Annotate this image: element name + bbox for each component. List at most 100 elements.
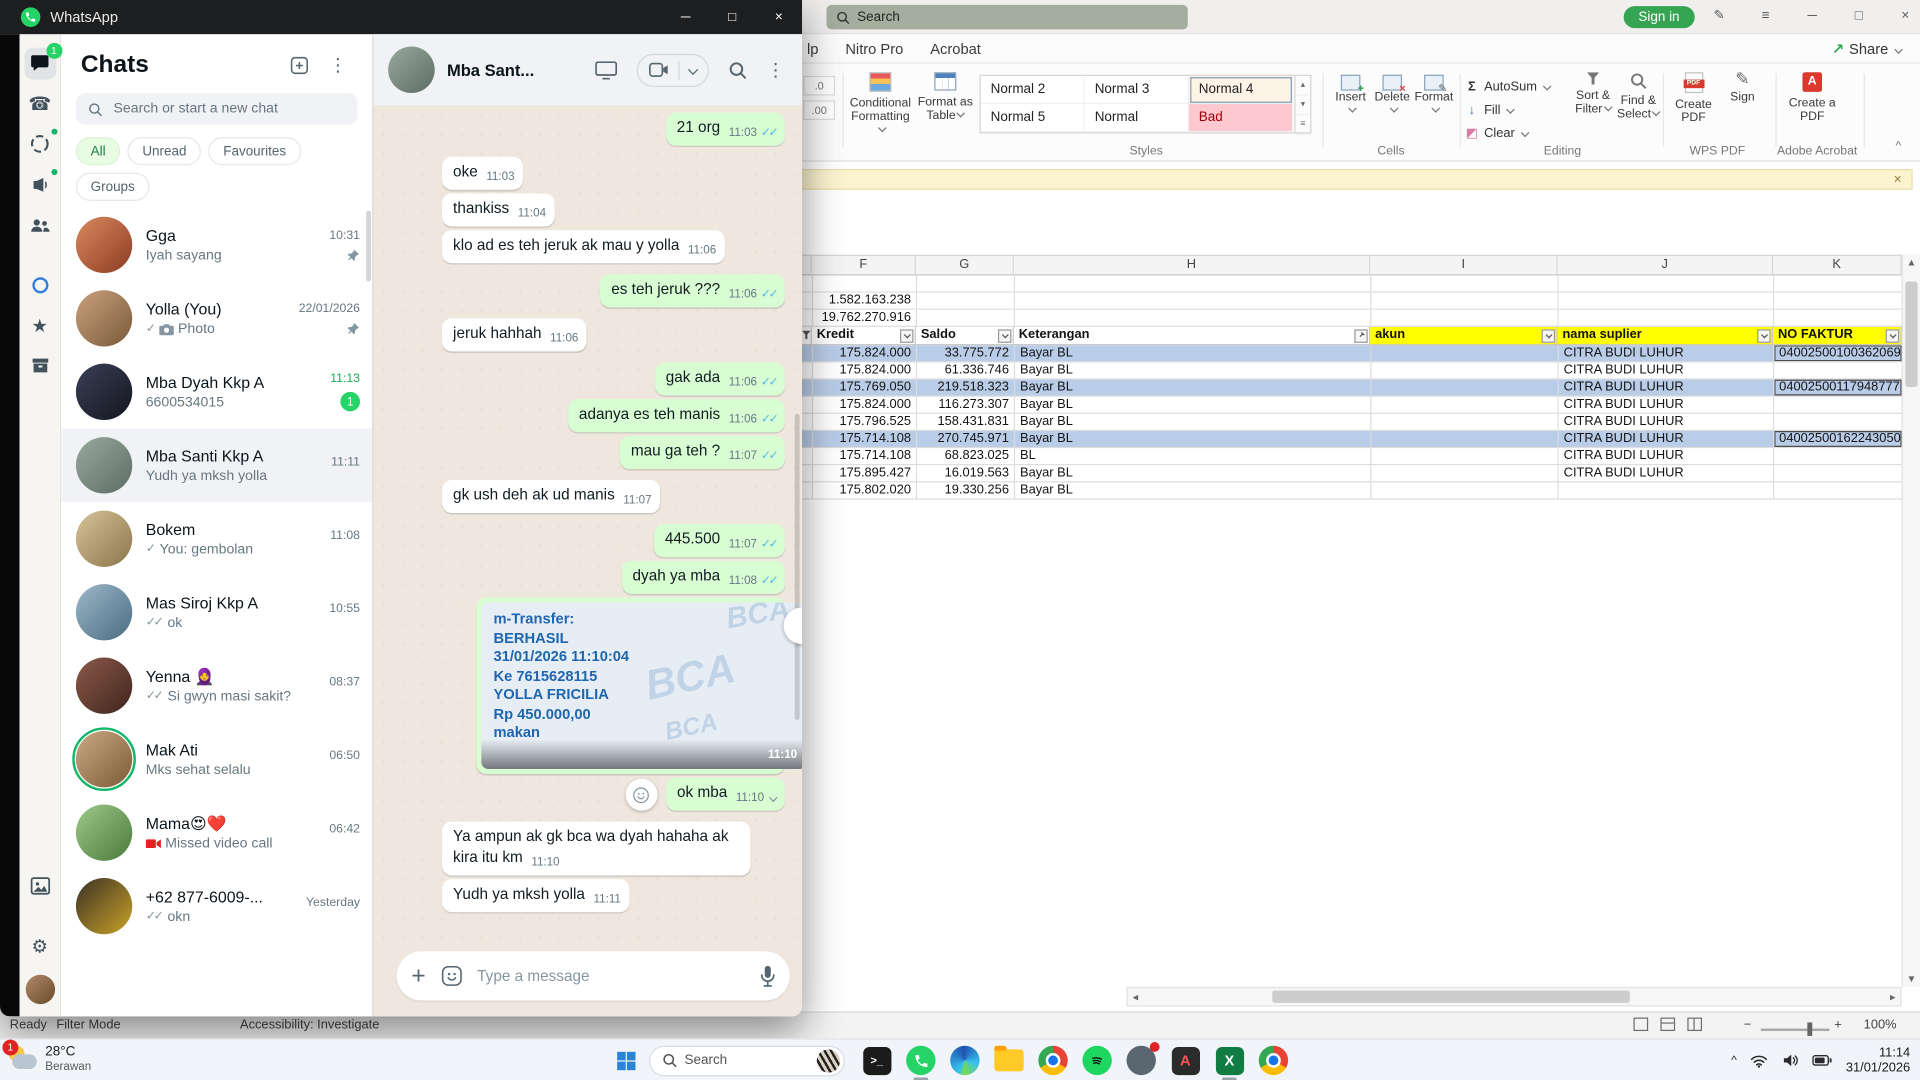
cell[interactable] <box>1371 482 1559 500</box>
filter-unread[interactable]: Unread <box>127 137 202 166</box>
chat-list-item[interactable]: Mama😍❤️ Missed video call 06:42 <box>61 796 372 869</box>
style-gallery-item[interactable]: Normal 5 <box>980 104 1085 133</box>
conditional-formatting-button[interactable]: Conditional Formatting <box>847 72 913 137</box>
zoom-in-button[interactable]: + <box>1834 1018 1842 1033</box>
cell[interactable] <box>813 275 918 293</box>
message-bubble[interactable]: 21 org 11:03 ✓✓ <box>665 112 785 146</box>
cell[interactable] <box>917 275 1016 293</box>
taskbar-search[interactable]: Search <box>648 1045 845 1076</box>
zoom-slider[interactable] <box>1760 1028 1830 1032</box>
scroll-right-arrow[interactable]: ▸ <box>1890 988 1896 1005</box>
scroll-down-arrow[interactable]: ▼ <box>1903 973 1920 984</box>
message-bubble[interactable]: oke 11:03 <box>442 156 524 190</box>
column-header-K[interactable]: K <box>1773 254 1902 276</box>
ribbon-tab-nitro-pro[interactable]: Nitro Pro <box>832 34 917 63</box>
column-header-I[interactable]: I <box>1370 254 1558 276</box>
message-bubble[interactable]: gk ush deh ak ud manis 11:07 <box>442 480 661 514</box>
gallery-more-button[interactable]: ≡ <box>1295 115 1311 135</box>
style-gallery-item[interactable]: Bad <box>1188 104 1294 133</box>
message-bubble[interactable]: Yudh ya mksh yolla 11:11 <box>442 879 630 913</box>
close-button[interactable]: × <box>756 0 803 34</box>
chat-list-item[interactable]: Mba Santi Kkp A Yudh ya mksh yolla 11:11 <box>61 428 373 503</box>
search-highlight-image[interactable] <box>816 1048 841 1073</box>
cell[interactable]: CITRA BUDI LUHUR <box>1558 431 1775 449</box>
cell[interactable]: 175.769.050 <box>813 379 918 397</box>
conversation-search-icon[interactable] <box>729 61 747 79</box>
maximize-window-button[interactable]: □ <box>1847 6 1871 27</box>
style-gallery-item[interactable]: Normal 3 <box>1084 75 1189 105</box>
column-header-sliver[interactable] <box>802 254 812 276</box>
cell[interactable] <box>1371 448 1559 466</box>
gray-app-icon[interactable] <box>1125 1042 1160 1076</box>
cell[interactable]: 19.762.270.916 <box>813 309 918 327</box>
archived-chats-icon[interactable] <box>24 350 56 382</box>
spreadsheet-search-box[interactable]: Search <box>826 4 1188 30</box>
battery-icon[interactable] <box>1812 1054 1833 1066</box>
share-button[interactable]: ↗ Share <box>1832 34 1904 63</box>
message-bubble[interactable]: dyah ya mba 11:08 ✓✓ <box>621 560 785 594</box>
cell[interactable]: 270.745.971 <box>917 431 1016 449</box>
chat-list-item[interactable]: +62 877-6009-... ✓✓ okn Yesterday <box>61 869 372 942</box>
cell[interactable]: 116.273.307 <box>917 396 1016 414</box>
communities-nav-icon[interactable] <box>24 209 56 241</box>
cell[interactable] <box>1774 448 1903 466</box>
filter-header-nama-suplier[interactable]: nama suplier <box>1557 326 1774 346</box>
cell[interactable]: CITRA BUDI LUHUR <box>1558 396 1775 414</box>
gallery-up-button[interactable]: ▴ <box>1295 76 1311 96</box>
message-bubble[interactable]: mau ga teh ? 11:07 ✓✓ <box>619 435 785 469</box>
calls-nav-icon[interactable]: ☎ <box>24 88 56 120</box>
layout-options-icon[interactable]: ≡ <box>1753 6 1777 27</box>
fill-button[interactable]: ↓ Fill <box>1464 98 1564 121</box>
chats-nav-icon[interactable]: 1 <box>23 42 62 79</box>
cell[interactable] <box>802 396 814 414</box>
cell[interactable]: CITRA BUDI LUHUR <box>1558 362 1775 380</box>
filter-header-kredit[interactable]: Kredit <box>811 326 916 346</box>
cell[interactable]: CITRA BUDI LUHUR <box>1558 465 1775 483</box>
menu-kebab-icon[interactable]: ⋮ <box>323 50 352 79</box>
message-bubble[interactable]: 445.500 11:07 ✓✓ <box>653 524 785 558</box>
filter-groups[interactable]: Groups <box>75 172 150 201</box>
filter-all[interactable]: All <box>75 137 121 166</box>
cell[interactable] <box>1558 309 1775 327</box>
ribbon-tab-acrobat[interactable]: Acrobat <box>917 34 995 63</box>
cell[interactable]: Bayar BL <box>1015 345 1372 363</box>
zoom-out-button[interactable]: − <box>1744 1018 1752 1033</box>
cell[interactable] <box>802 413 814 432</box>
cell[interactable]: 04002500162243050 <box>1774 431 1903 449</box>
cell[interactable] <box>1015 292 1372 310</box>
clipped-button[interactable]: .0 <box>803 75 836 96</box>
chat-list-item[interactable]: Mas Siroj Kkp A ✓✓ ok 10:55 <box>61 576 372 649</box>
call-options-chevron[interactable] <box>687 64 699 75</box>
cell[interactable] <box>1371 379 1559 397</box>
chat-list-item[interactable]: Bokem ✓ You: gembolan 11:08 <box>61 502 372 575</box>
cell[interactable]: Bayar BL <box>1015 362 1372 380</box>
filter-dropdown-button[interactable] <box>1757 329 1771 343</box>
whatsapp-app-icon[interactable] <box>905 1044 937 1080</box>
cell[interactable] <box>802 465 814 483</box>
clock[interactable]: 11:14 31/01/2026 <box>1846 1046 1910 1075</box>
cell[interactable] <box>1774 396 1903 414</box>
cell[interactable] <box>802 379 814 397</box>
horizontal-scroll-thumb[interactable] <box>1272 990 1630 1003</box>
vertical-scrollbar[interactable]: ▲ ▼ <box>1901 254 1920 987</box>
message-bubble[interactable]: m-Transfer: BERHASIL 31/01/2026 11:10:04 Ke… <box>476 597 803 774</box>
cell[interactable]: Bayar BL <box>1015 396 1372 414</box>
clipped-button[interactable]: .00 <box>803 100 836 121</box>
cell[interactable]: 175.824.000 <box>813 396 918 414</box>
zoom-slider-thumb[interactable] <box>1807 1022 1813 1036</box>
meta-ai-icon[interactable] <box>24 269 56 301</box>
wifi-icon[interactable] <box>1750 1054 1768 1068</box>
contact-avatar[interactable] <box>388 46 435 94</box>
cell[interactable] <box>1774 465 1903 483</box>
message-bubble[interactable]: ok mba 11:10 <box>666 777 785 811</box>
spotify-app-icon[interactable] <box>1081 1044 1113 1076</box>
cell[interactable]: 68.823.025 <box>917 448 1016 466</box>
edit-mode-icon[interactable]: ✎ <box>1707 6 1731 27</box>
cell[interactable] <box>802 345 814 363</box>
cell[interactable]: Bayar BL <box>1015 431 1372 449</box>
chat-search-input[interactable] <box>113 101 346 117</box>
filter-header-saldo[interactable]: Saldo <box>915 326 1014 346</box>
scroll-up-arrow[interactable]: ▲ <box>1903 257 1920 268</box>
settings-icon[interactable]: ⚙ <box>24 930 56 962</box>
volume-icon[interactable] <box>1782 1053 1799 1068</box>
